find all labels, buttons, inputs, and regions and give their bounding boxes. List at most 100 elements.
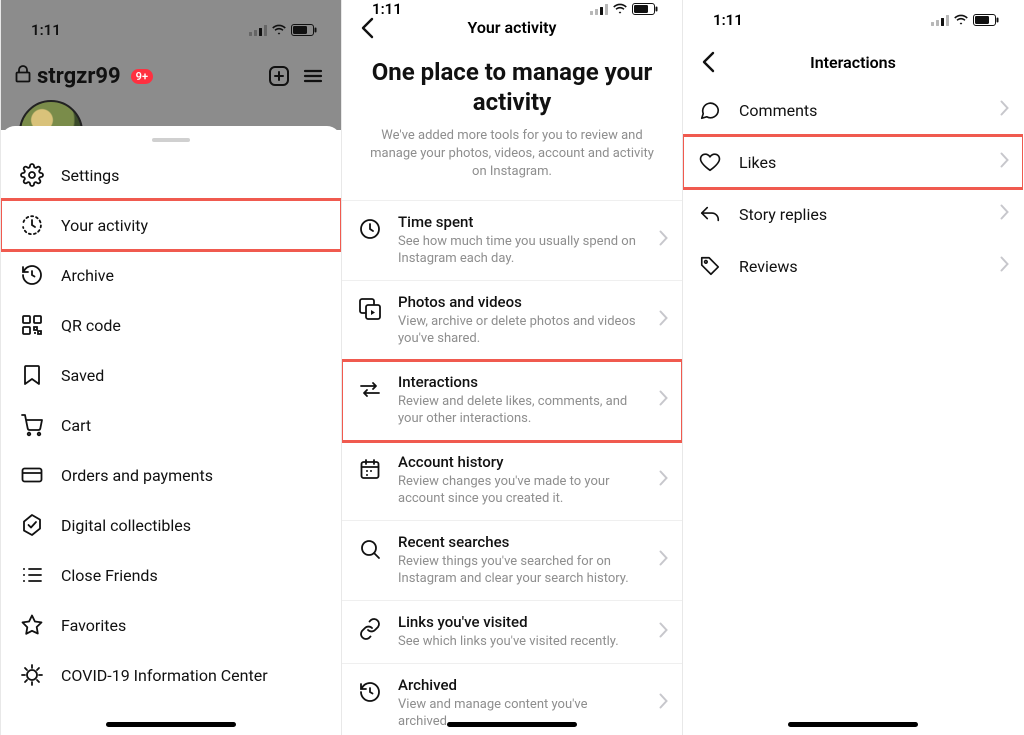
row-title: Interactions (398, 373, 642, 391)
menu-item-label: Archive (61, 266, 114, 285)
menu-item-label: Orders and payments (61, 466, 213, 485)
row-title: Time spent (398, 213, 642, 231)
row-links-visited[interactable]: Links you've visited See which links you… (342, 601, 682, 664)
menu-item-close-friends[interactable]: Close Friends (1, 550, 341, 600)
sheet-grabber[interactable] (152, 138, 190, 142)
card-icon (19, 462, 45, 488)
home-indicator[interactable] (447, 722, 577, 727)
row-title: Links you've visited (398, 613, 642, 631)
back-button[interactable] (693, 47, 723, 77)
row-recent-searches[interactable]: Recent searches Review things you've sea… (342, 521, 682, 601)
home-indicator[interactable] (788, 722, 918, 727)
status-time: 1:11 (713, 11, 743, 29)
media-stack-icon (356, 295, 384, 323)
row-label: Story replies (739, 205, 827, 224)
row-account-history[interactable]: Account history Review changes you've ma… (342, 441, 682, 521)
swap-arrows-icon (356, 375, 384, 403)
menu-item-label: COVID-19 Information Center (61, 666, 268, 685)
hamburger-menu-button[interactable] (299, 62, 327, 90)
menu-item-favorites[interactable]: Favorites (1, 600, 341, 650)
menu-item-digital-collectibles[interactable]: Digital collectibles (1, 500, 341, 550)
row-time-spent[interactable]: Time spent See how much time you usually… (342, 201, 682, 281)
row-label: Reviews (739, 257, 798, 276)
gear-icon (19, 162, 45, 188)
screen-interactions: 1:11 Interactions Comments Likes (682, 0, 1023, 735)
menu-item-orders-payments[interactable]: Orders and payments (1, 450, 341, 500)
menu-item-covid-info[interactable]: COVID-19 Information Center (1, 650, 341, 700)
menu-item-archive[interactable]: Archive (1, 250, 341, 300)
menu-item-label: Your activity (61, 216, 148, 235)
list-icon (19, 562, 45, 588)
menu-item-settings[interactable]: Settings (1, 150, 341, 200)
row-subtitle: Review things you've searched for on Ins… (398, 553, 642, 588)
menu-item-label: Settings (61, 166, 119, 185)
chevron-right-icon (659, 310, 668, 330)
status-icons (590, 3, 658, 15)
chevron-right-icon (659, 622, 668, 642)
home-indicator[interactable] (106, 722, 236, 727)
hexagon-check-icon (19, 512, 45, 538)
row-title: Account history (398, 453, 642, 471)
archive-history-icon (356, 678, 384, 706)
row-reviews[interactable]: Reviews (683, 240, 1023, 292)
bottom-sheet: Settings Your activity Archive QR code S (1, 126, 341, 735)
menu-item-label: Close Friends (61, 566, 158, 585)
status-icons (249, 24, 317, 36)
row-subtitle: View, archive or delete photos and video… (398, 313, 642, 348)
chevron-right-icon (1000, 204, 1009, 224)
reply-icon (697, 201, 723, 227)
lock-icon (15, 65, 31, 87)
chevron-right-icon (659, 390, 668, 410)
hero: One place to manage your activity We've … (342, 37, 682, 200)
link-icon (356, 615, 384, 643)
tag-icon (697, 253, 723, 279)
row-subtitle: See which links you've visited recently. (398, 633, 642, 651)
nav-title: Interactions (810, 53, 896, 72)
menu-item-label: Favorites (61, 616, 126, 635)
qr-code-icon (19, 312, 45, 338)
heart-icon (697, 149, 723, 175)
comment-icon (697, 97, 723, 123)
new-post-button[interactable] (265, 62, 293, 90)
row-title: Recent searches (398, 533, 642, 551)
nav-title: Your activity (467, 18, 556, 37)
star-icon (19, 612, 45, 638)
bookmark-icon (19, 362, 45, 388)
virus-icon (19, 662, 45, 688)
activity-icon (19, 212, 45, 238)
chevron-right-icon (659, 230, 668, 250)
archive-icon (19, 262, 45, 288)
search-icon (356, 535, 384, 563)
row-subtitle: Review changes you've made to your accou… (398, 473, 642, 508)
username[interactable]: strgzr99 (37, 64, 121, 89)
row-comments[interactable]: Comments (683, 84, 1023, 136)
row-subtitle: Review and delete likes, comments, and y… (398, 393, 642, 428)
chevron-right-icon (1000, 256, 1009, 276)
calendar-icon (356, 455, 384, 483)
row-photos-videos[interactable]: Photos and videos View, archive or delet… (342, 281, 682, 361)
screen-your-activity: 1:11 Your activity One place to manage y… (341, 0, 682, 735)
row-title: Photos and videos (398, 293, 642, 311)
back-button[interactable] (352, 13, 382, 43)
chevron-right-icon (659, 550, 668, 570)
chevron-right-icon (1000, 100, 1009, 120)
chevron-right-icon (659, 470, 668, 490)
chevron-right-icon (1000, 152, 1009, 172)
hero-subtitle: We've added more tools for you to review… (364, 127, 660, 182)
row-title: Archived (398, 676, 642, 694)
menu-item-label: Saved (61, 366, 104, 385)
row-subtitle: See how much time you usually spend on I… (398, 233, 642, 268)
menu-item-label: Digital collectibles (61, 516, 191, 535)
row-label: Comments (739, 101, 817, 120)
chevron-right-icon (659, 693, 668, 713)
menu-item-your-activity[interactable]: Your activity (1, 200, 341, 250)
menu-item-cart[interactable]: Cart (1, 400, 341, 450)
row-interactions[interactable]: Interactions Review and delete likes, co… (342, 361, 682, 441)
menu-item-label: QR code (61, 316, 121, 335)
row-likes[interactable]: Likes (683, 136, 1023, 188)
menu-item-qr-code[interactable]: QR code (1, 300, 341, 350)
menu-item-saved[interactable]: Saved (1, 350, 341, 400)
row-label: Likes (739, 153, 776, 172)
row-story-replies[interactable]: Story replies (683, 188, 1023, 240)
interactions-list: Comments Likes Story replies Reviews (683, 84, 1023, 292)
